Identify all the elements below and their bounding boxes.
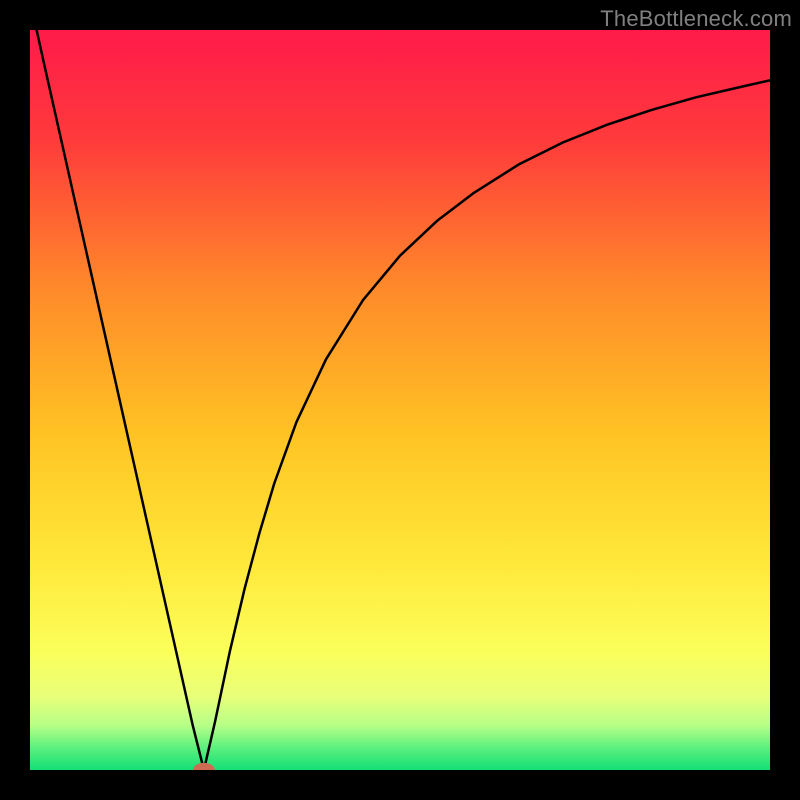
chart-frame: TheBottleneck.com	[0, 0, 800, 800]
watermark-text: TheBottleneck.com	[600, 6, 792, 32]
chart-svg	[30, 30, 770, 770]
plot-area	[30, 30, 770, 770]
gradient-background	[30, 30, 770, 770]
